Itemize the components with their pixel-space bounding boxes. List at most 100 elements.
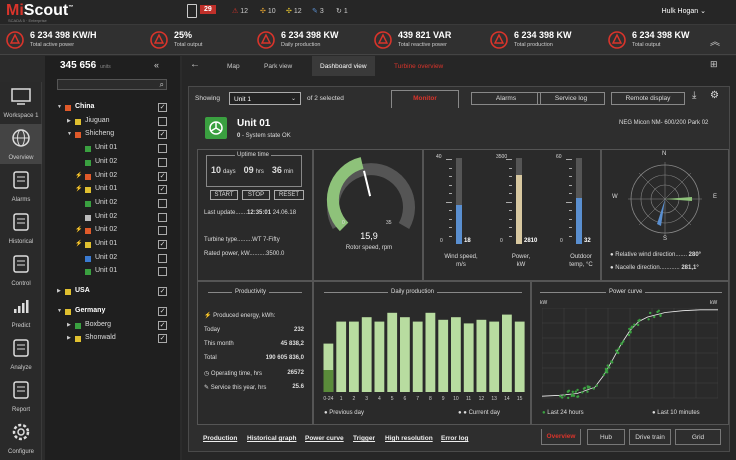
tick — [509, 184, 512, 186]
unit-select[interactable]: Unit 1 ⌄ — [229, 92, 301, 105]
expand-arrow-icon[interactable]: ▶ — [67, 322, 71, 328]
alarm-stat[interactable]: ⚠ 12 — [232, 7, 248, 15]
tab-turbine-overview[interactable]: Turbine overview — [394, 63, 443, 70]
link-power-curve[interactable]: Power curve — [305, 435, 344, 442]
tree-checkbox[interactable]: ✓ — [158, 240, 167, 249]
user-menu[interactable]: Hulk Hogan ⌄ — [662, 7, 706, 15]
bottom-tab-grid[interactable]: Grid — [675, 429, 721, 445]
warning-stat[interactable]: ✣ 10 — [260, 7, 276, 15]
reset-button[interactable]: RESET — [274, 190, 304, 200]
wind-compass — [628, 162, 702, 236]
expand-arrow-icon[interactable]: ▼ — [57, 308, 62, 314]
tree-item[interactable]: ▶ Shonwald ✓ — [45, 333, 180, 345]
stop-button[interactable]: STOP — [242, 190, 270, 200]
service-stat[interactable]: ✎ 3 — [312, 7, 324, 15]
expand-arrow-icon[interactable]: ▶ — [57, 288, 61, 294]
tree-checkbox[interactable] — [158, 116, 167, 126]
info-stat[interactable]: ✣ 12 — [286, 7, 302, 15]
link-historical-graph[interactable]: Historical graph — [247, 435, 296, 442]
tree-item[interactable]: Unit 01 — [45, 266, 180, 278]
tree-item[interactable]: Unit 01 — [45, 143, 180, 155]
tree-item[interactable]: ⚡ Unit 01 ✓ — [45, 239, 180, 251]
nav-analyze[interactable]: Analyze — [0, 334, 42, 374]
tree-checkbox[interactable]: ✓ — [158, 130, 167, 140]
tree-item[interactable]: ▼ Shicheng ✓ — [45, 129, 180, 141]
download-icon[interactable]: ⤓ — [692, 90, 696, 101]
bottom-tab-hub[interactable]: Hub — [587, 429, 625, 445]
tree-item[interactable]: ▶ Jiuguan — [45, 116, 180, 128]
tree-checkbox[interactable] — [158, 198, 167, 208]
status-square — [65, 105, 71, 111]
bar-ticks — [446, 159, 454, 244]
tree-item[interactable]: ⚡ Unit 02 ✓ — [45, 171, 180, 183]
power-point — [606, 368, 609, 371]
tick — [509, 235, 512, 237]
collapse-tree-icon[interactable]: « — [154, 60, 159, 70]
tree-checkbox[interactable]: ✓ — [158, 306, 167, 316]
status-square — [85, 173, 91, 180]
tree-checkbox[interactable] — [158, 157, 167, 167]
subtab-service-log[interactable]: Service log — [537, 92, 605, 105]
tab-dashboard-view[interactable]: Dashboard view — [312, 56, 375, 76]
clipboard-icon[interactable] — [187, 4, 197, 18]
tree-checkbox[interactable]: ✓ — [158, 287, 167, 297]
expand-arrow-icon[interactable]: ▼ — [57, 104, 62, 110]
tree-item[interactable]: ▼ China ✓ — [45, 102, 180, 114]
tree-checkbox[interactable]: ✓ — [158, 185, 167, 195]
tree-item[interactable]: Unit 02 — [45, 253, 180, 265]
tree-item[interactable]: ▶ Boxberg ✓ — [45, 320, 180, 332]
subtab-remote-display[interactable]: Remote display — [611, 92, 685, 105]
nav-predict[interactable]: Predict — [0, 292, 42, 332]
tree-item[interactable]: Unit 02 — [45, 212, 180, 224]
showing-label: Showing — [195, 95, 220, 102]
daily-tick-label: 4 — [378, 396, 381, 402]
expand-arrow-icon[interactable]: ▼ — [67, 131, 72, 137]
tree-checkbox[interactable] — [158, 144, 167, 154]
tree-item[interactable]: ▼ Germany ✓ — [45, 306, 180, 318]
back-arrow-icon[interactable]: ← — [190, 59, 200, 70]
tree-item[interactable]: Unit 02 — [45, 157, 180, 169]
notification-badge[interactable]: 29 — [200, 5, 216, 14]
tree-checkbox[interactable] — [158, 267, 167, 277]
daily-bar — [412, 321, 423, 392]
sync-stat[interactable]: ↻ 1 — [336, 7, 348, 15]
tree-checkbox[interactable]: ✓ — [158, 334, 167, 344]
tree-item[interactable]: ⚡ Unit 01 ✓ — [45, 184, 180, 196]
bottom-tab-overview[interactable]: Overview — [541, 429, 581, 445]
link-trigger[interactable]: Trigger — [353, 435, 375, 442]
nav-configure[interactable]: Configure — [0, 418, 42, 458]
tab-park-view[interactable]: Park view — [264, 63, 292, 70]
collapse-icon[interactable]: ︽ — [710, 33, 720, 48]
tree-item[interactable]: ▶ USA ✓ — [45, 286, 180, 298]
tree-item[interactable]: ⚡ Unit 02 — [45, 225, 180, 237]
subtab-monitor[interactable]: Monitor — [391, 90, 459, 108]
nav-control[interactable]: Control — [0, 250, 42, 290]
nav-historical[interactable]: Historical — [0, 208, 42, 248]
add-window-icon[interactable]: ⊞ — [710, 59, 718, 70]
expand-arrow-icon[interactable]: ▶ — [67, 335, 71, 341]
tree-checkbox[interactable] — [158, 212, 167, 222]
link-production[interactable]: Production — [203, 435, 237, 442]
tree-checkbox[interactable]: ✓ — [158, 320, 167, 330]
link-high-resolution[interactable]: High resolution — [385, 435, 433, 442]
expand-arrow-icon[interactable]: ▶ — [67, 118, 71, 124]
subtab-alarms[interactable]: Alarms — [471, 92, 541, 105]
tree-checkbox[interactable]: ✓ — [158, 171, 167, 181]
tree-checkbox[interactable] — [158, 226, 167, 236]
nav-report[interactable]: Report — [0, 376, 42, 416]
start-button[interactable]: START — [210, 190, 238, 200]
kpi-label: Total active power — [30, 42, 75, 48]
tab-map[interactable]: Map — [227, 63, 240, 70]
bottom-tab-drive-train[interactable]: Drive train — [629, 429, 671, 445]
tree-checkbox[interactable]: ✓ — [158, 103, 167, 112]
dashboard-panel: Showing Unit 1 ⌄ of 2 selected Monitor Al… — [188, 86, 730, 452]
tower-icon — [255, 29, 277, 51]
nav-alarms[interactable]: Alarms — [0, 166, 42, 206]
tree-checkbox[interactable] — [158, 253, 167, 263]
nav-overview[interactable]: Overview — [0, 124, 42, 164]
link-error-log[interactable]: Error log — [441, 435, 468, 442]
tree-item[interactable]: Unit 02 — [45, 198, 180, 210]
tree-search-input[interactable]: ⌕ — [57, 79, 167, 90]
nav-workspace-1[interactable]: Workspace 1 — [0, 82, 42, 122]
gear-icon[interactable]: ⚙ — [710, 90, 719, 101]
